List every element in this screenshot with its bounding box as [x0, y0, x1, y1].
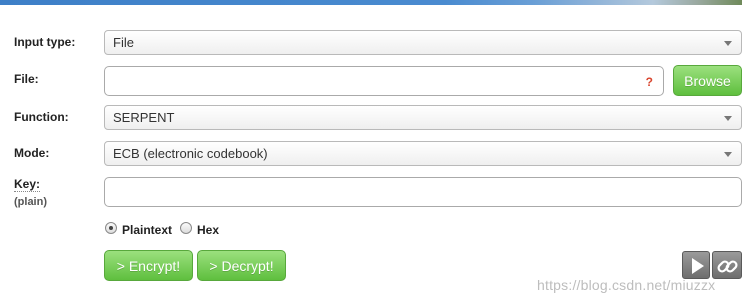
plaintext-radio-label[interactable]: Plaintext [122, 223, 172, 237]
mode-select[interactable]: ECB (electronic codebook) [104, 141, 742, 166]
function-label: Function: [14, 110, 69, 124]
watermark-text: https://blog.csdn.net/miuzzx [537, 277, 716, 293]
input-type-select[interactable]: File [104, 30, 742, 55]
help-icon[interactable]: ? [646, 75, 653, 89]
file-input[interactable]: ? [104, 66, 664, 96]
chevron-down-icon [724, 41, 732, 46]
browse-button[interactable]: Browse [673, 65, 742, 96]
key-label: Key: [14, 177, 41, 192]
hex-radio-label[interactable]: Hex [197, 223, 219, 237]
hex-radio[interactable] [180, 222, 192, 234]
input-type-label: Input type: [14, 35, 76, 49]
key-sublabel: (plain) [14, 196, 47, 208]
encrypt-button[interactable]: > Encrypt! [104, 250, 193, 281]
input-type-value: File [113, 35, 134, 50]
top-banner [0, 0, 742, 5]
function-value: SERPENT [113, 110, 175, 125]
link-button[interactable] [712, 251, 742, 279]
key-input[interactable] [104, 177, 742, 207]
decrypt-button[interactable]: > Decrypt! [197, 250, 286, 281]
play-button[interactable] [682, 251, 710, 279]
plaintext-radio[interactable] [105, 222, 117, 234]
chevron-down-icon [724, 116, 732, 121]
mode-label: Mode: [14, 146, 50, 160]
chevron-down-icon [724, 152, 732, 157]
mode-value: ECB (electronic codebook) [113, 146, 268, 161]
play-icon [692, 258, 704, 274]
link-icon [717, 260, 738, 273]
file-label: File: [14, 72, 39, 86]
function-select[interactable]: SERPENT [104, 105, 742, 130]
